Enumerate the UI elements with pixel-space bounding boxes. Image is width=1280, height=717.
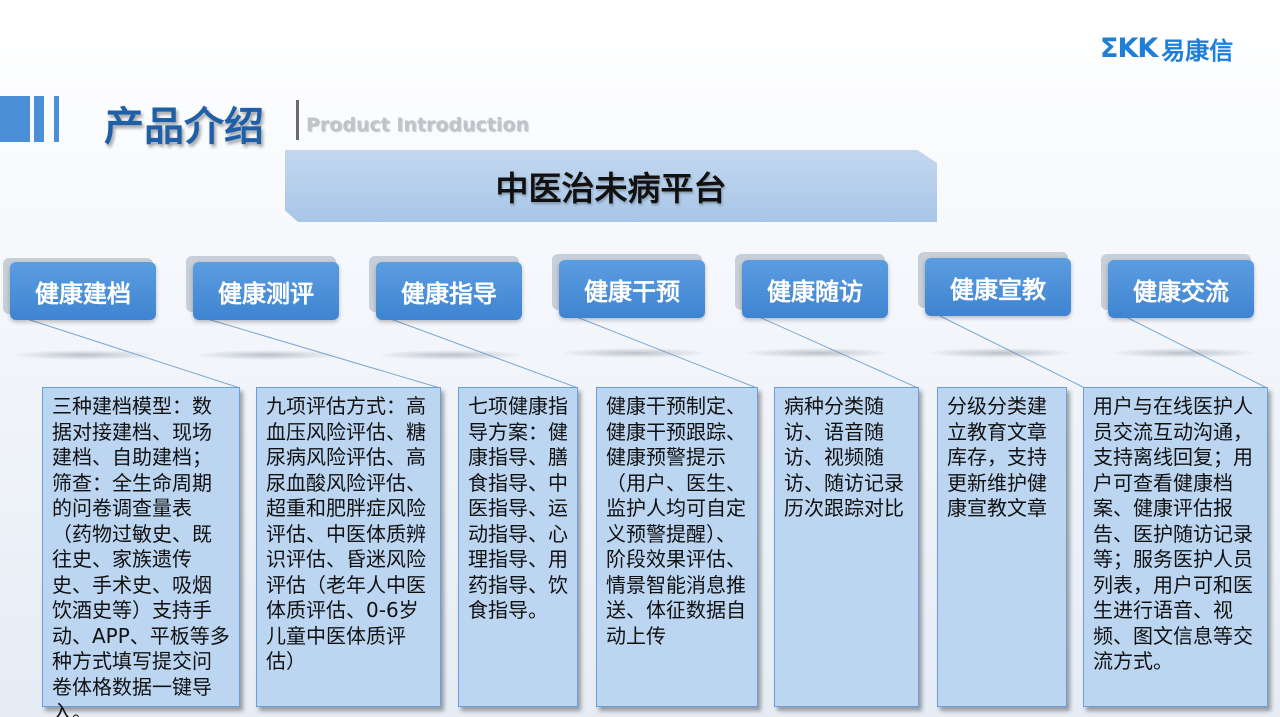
description-health-guidance: 七项健康指导方案：健康指导、膳食指导、中医指导、运动指导、心理指导、用药指导、饮…	[458, 387, 578, 707]
logo-mark: ΣKK	[1100, 32, 1158, 64]
platform-title: 中医治未病平台	[495, 169, 727, 208]
tab-health-communication[interactable]: 健康交流	[1108, 260, 1254, 318]
tab-reflection	[10, 350, 160, 360]
header-bar-decoration	[34, 96, 44, 142]
description-health-education: 分级分类建立教育文章库存，支持更新维护健康宣教文章	[937, 387, 1067, 707]
tab-reflection	[925, 348, 1075, 358]
description-health-communication: 用户与在线医护人员交流互动沟通，支持离线回复；用户可查看健康档案、健康评估报告、…	[1083, 387, 1268, 707]
description-health-followup: 病种分类随访、语音随访、视频随访、随访记录历次跟踪对比	[774, 387, 919, 707]
tab-reflection	[193, 350, 343, 360]
header-bar-decoration	[0, 96, 30, 142]
description-health-assessment: 九项评估方式：高血压风险评估、糖尿病风险评估、高尿血酸风险评估、超重和肥胖症风险…	[256, 387, 441, 707]
page-subtitle: Product Introduction	[306, 114, 530, 136]
page-title: 产品介绍	[104, 104, 264, 150]
tab-health-followup[interactable]: 健康随访	[742, 260, 888, 318]
tab-health-education[interactable]: 健康宣教	[925, 258, 1071, 316]
tab-health-guidance[interactable]: 健康指导	[376, 262, 522, 320]
description-health-records: 三种建档模型：数据对接建档、现场建档、自助建档；筛查：全生命周期的问卷调查量表（…	[42, 387, 240, 717]
tab-reflection	[1108, 348, 1258, 358]
tab-health-records[interactable]: 健康建档	[10, 262, 156, 320]
tab-health-assessment[interactable]: 健康测评	[193, 262, 339, 320]
header-bar-decoration	[54, 96, 59, 142]
logo-text: 易康信	[1161, 36, 1234, 65]
description-health-intervention: 健康干预制定、健康干预跟踪、健康预警提示（用户、医生、监护人均可自定义预警提醒）…	[596, 387, 758, 707]
tab-reflection	[559, 348, 709, 358]
company-logo: ΣKK 易康信	[1100, 30, 1233, 66]
tab-reflection	[376, 350, 526, 360]
title-divider	[296, 100, 299, 140]
tab-reflection	[742, 348, 892, 358]
tab-health-intervention[interactable]: 健康干预	[559, 260, 705, 318]
